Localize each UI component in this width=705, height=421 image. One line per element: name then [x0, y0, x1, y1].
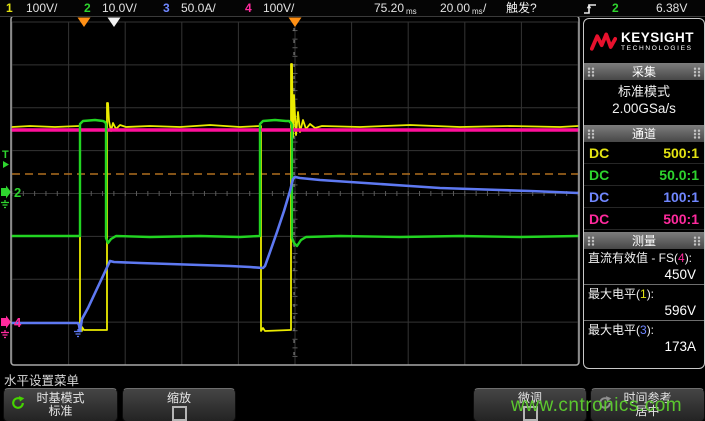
brand-sub: TECHNOLOGIES — [621, 45, 694, 53]
channel-row-2[interactable]: DC 50.0:1 — [584, 164, 704, 186]
ch3-scale[interactable]: 50.0A/ — [181, 1, 216, 15]
measure-title: 测量 — [595, 232, 693, 249]
measure-label-suffix: ): — [647, 287, 654, 301]
channel-reference-marker — [1, 316, 11, 329]
measure-channel: 1 — [640, 287, 647, 301]
keysight-spark-icon — [590, 32, 617, 53]
status-bar: 1 100V/ 2 10.0V/ 3 50.0A/ 4 100V/ 75.20 … — [0, 0, 705, 17]
ch4-scale[interactable]: 100V/ — [263, 1, 294, 15]
ch2-number[interactable]: 2 — [84, 1, 91, 15]
measure-label: 最大电平( — [588, 323, 640, 337]
timebase-scale[interactable]: 20.00 — [440, 1, 470, 15]
measurement-item: 最大电平(3): 173A — [584, 321, 704, 356]
grip-dots-icon — [587, 129, 595, 139]
coupling: DC — [589, 211, 609, 227]
horizontal-position[interactable]: 75.20 — [374, 1, 404, 15]
svg-text:2: 2 — [14, 185, 21, 200]
ch3-number[interactable]: 3 — [163, 1, 170, 15]
acquire-info: 标准模式 2.00GSa/s — [584, 80, 704, 123]
measurement-item: 最大电平(1): 596V — [584, 285, 704, 321]
watermark-text: www.cntronics.com — [511, 395, 682, 417]
acquire-title: 采集 — [595, 63, 693, 80]
channel-row-4[interactable]: DC 500:1 — [584, 208, 704, 230]
measurement-item: 直流有效值 - FS(4): 450V — [584, 249, 704, 285]
softkey-label: 缩放 — [123, 391, 235, 405]
measure-channel: 4 — [678, 251, 685, 265]
coupling: DC — [589, 189, 609, 205]
rising-edge-icon[interactable] — [583, 2, 597, 15]
measure-value: 450V — [588, 266, 700, 283]
channels-title: 通道 — [595, 125, 693, 142]
ch2-scale[interactable]: 10.0V/ — [102, 1, 137, 15]
measure-label: 最大电平( — [588, 287, 640, 301]
measure-value: 596V — [588, 302, 700, 319]
channel-reference-marker — [1, 186, 11, 199]
channel-row-3[interactable]: DC 100:1 — [584, 186, 704, 208]
trigger-status[interactable]: 触发? — [506, 1, 537, 15]
grip-dots-icon — [693, 67, 701, 77]
grip-dots-icon — [693, 129, 701, 139]
ch1-number[interactable]: 1 — [6, 1, 13, 15]
waveform-display: T 2 4 — [0, 0, 583, 368]
section-measure-header[interactable]: 测量 — [584, 232, 704, 249]
trigger-level-marker: T — [2, 149, 9, 161]
probe-ratio: 500:1 — [663, 211, 699, 227]
section-channels-header[interactable]: 通道 — [584, 125, 704, 142]
section-acquire-header[interactable]: 采集 — [584, 63, 704, 80]
softkey-menu-bar: 水平设置菜单 时基模式 标准 缩放 微调 时间参考 居中 www.cntr — [0, 368, 705, 421]
menu-title: 水平设置菜单 — [4, 370, 79, 389]
grip-dots-icon — [587, 236, 595, 246]
sample-rate: 2.00GSa/s — [584, 100, 704, 118]
info-sidebar: KEYSIGHT TECHNOLOGIES 采集 标准模式 2.00GSa/s … — [583, 18, 705, 369]
measure-value: 173A — [588, 338, 700, 355]
zoom-button[interactable]: 缩放 — [122, 388, 236, 421]
channel-row-1[interactable]: DC 500:1 — [584, 142, 704, 164]
probe-ratio: 50.0:1 — [659, 167, 699, 183]
trigger-level[interactable]: 6.38V — [656, 1, 687, 15]
measure-label-suffix: ): — [685, 251, 692, 265]
coupling: DC — [589, 167, 609, 183]
brand-name: KEYSIGHT — [621, 31, 694, 45]
timebase-scale-slash: / — [483, 1, 486, 15]
keysight-logo: KEYSIGHT TECHNOLOGIES — [584, 19, 704, 61]
coupling: DC — [589, 145, 609, 161]
oscilloscope-screen: 1 100V/ 2 10.0V/ 3 50.0A/ 4 100V/ 75.20 … — [0, 0, 705, 421]
svg-text:4: 4 — [14, 315, 22, 330]
measure-label: 直流有效值 - FS( — [588, 251, 678, 265]
timebase-scale-unit: ms — [472, 5, 483, 19]
trigger-source[interactable]: 2 — [612, 1, 619, 15]
cycle-arrow-icon — [11, 396, 25, 410]
ch4-number[interactable]: 4 — [245, 1, 252, 15]
horizontal-position-unit: ms — [406, 5, 417, 19]
grip-dots-icon — [693, 236, 701, 246]
timebase-mode-button[interactable]: 时基模式 标准 — [3, 388, 118, 421]
ch1-scale[interactable]: 100V/ — [26, 1, 57, 15]
measure-label-suffix: ): — [647, 323, 654, 337]
probe-ratio: 500:1 — [663, 145, 699, 161]
grip-dots-icon — [587, 67, 595, 77]
probe-ratio: 100:1 — [663, 189, 699, 205]
measure-channel: 3 — [640, 323, 647, 337]
acquire-mode: 标准模式 — [584, 83, 704, 100]
zoom-checkbox[interactable] — [172, 406, 187, 421]
